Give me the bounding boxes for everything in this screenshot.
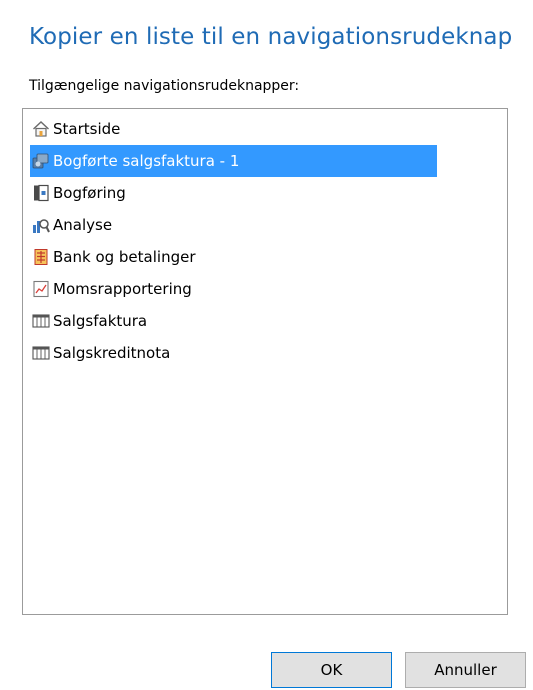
report-chart-icon — [32, 280, 50, 298]
bank-icon — [32, 248, 50, 266]
list-page-icon — [32, 312, 50, 330]
list-item-label: Bank og betalinger — [53, 248, 196, 266]
posting-icon — [32, 184, 50, 202]
list-item-salgsfaktura[interactable]: Salgsfaktura — [30, 305, 437, 337]
list-page-icon — [32, 344, 50, 362]
list-item-label: Startside — [53, 120, 121, 138]
list-item-label: Momsrapportering — [53, 280, 192, 298]
navigation-buttons-listbox[interactable]: Startside Bogførte salgsfaktura - 1 Bogf… — [22, 108, 508, 615]
analysis-icon — [32, 216, 50, 234]
dialog-title: Kopier en liste til en navigationsrudekn… — [29, 24, 513, 50]
list-item-momsrapportering[interactable]: Momsrapportering — [30, 273, 437, 305]
list-item-label: Analyse — [53, 216, 113, 234]
list-item-salgskreditnota[interactable]: Salgskreditnota — [30, 337, 437, 369]
list-item-analyse[interactable]: Analyse — [30, 209, 437, 241]
list-label: Tilgængelige navigationsrudeknapper: — [29, 78, 300, 94]
home-icon — [32, 120, 50, 138]
list-item-bank-og-betalinger[interactable]: Bank og betalinger — [30, 241, 437, 273]
ok-button[interactable]: OK — [271, 652, 392, 688]
list-item-label: Salgsfaktura — [53, 312, 148, 330]
list-item-label: Salgskreditnota — [53, 344, 171, 362]
list-item-bogforte-salgsfaktura[interactable]: Bogførte salgsfaktura - 1 — [30, 145, 437, 177]
posted-documents-icon — [32, 152, 50, 170]
list-item-startside[interactable]: Startside — [30, 113, 437, 145]
list-item-label: Bogføring — [53, 184, 126, 202]
cancel-button[interactable]: Annuller — [405, 652, 526, 688]
list-item-bogforing[interactable]: Bogføring — [30, 177, 437, 209]
list-item-label: Bogførte salgsfaktura - 1 — [53, 152, 240, 170]
